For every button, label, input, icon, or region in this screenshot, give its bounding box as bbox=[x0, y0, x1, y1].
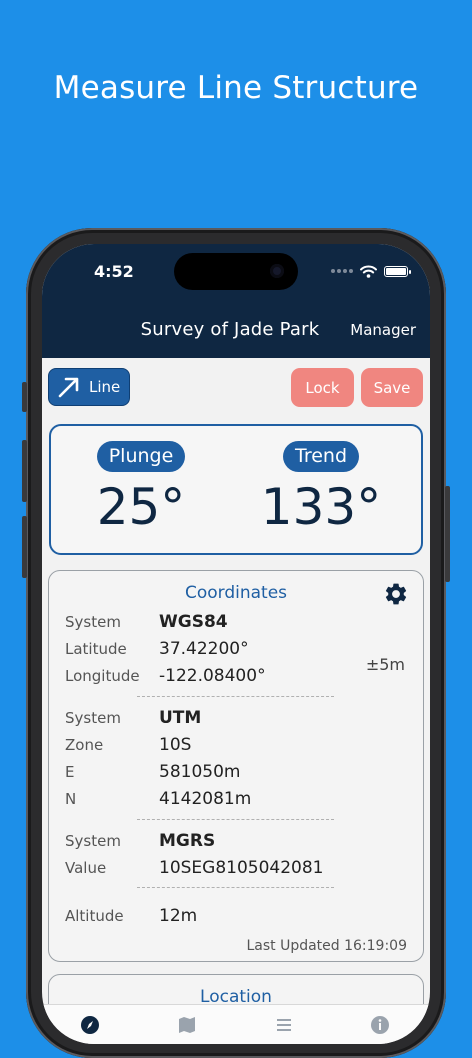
accuracy-value: ±5m bbox=[365, 655, 405, 674]
wgs-system-label: System bbox=[65, 613, 121, 631]
tab-bar bbox=[42, 1004, 430, 1044]
lock-button[interactable]: Lock bbox=[291, 368, 354, 407]
compass-icon[interactable] bbox=[80, 1015, 100, 1035]
longitude-value: -122.08400° bbox=[159, 666, 266, 686]
latitude-value: 37.42200° bbox=[159, 639, 249, 659]
mgrs-value-label: Value bbox=[65, 859, 107, 877]
measurement-card: Plunge 25° Trend 133° bbox=[49, 424, 423, 555]
zone-value: 10S bbox=[159, 735, 192, 755]
gear-icon[interactable] bbox=[383, 581, 409, 607]
utm-system-value: UTM bbox=[159, 708, 202, 728]
manager-button[interactable]: Manager bbox=[350, 321, 416, 339]
last-updated: Last Updated 16:19:09 bbox=[246, 938, 407, 954]
utm-system-label: System bbox=[65, 709, 121, 727]
status-time: 4:52 bbox=[94, 262, 134, 281]
coordinates-title: Coordinates bbox=[184, 583, 288, 603]
headline: Measure Line Structure bbox=[53, 70, 419, 106]
trend-label: Trend bbox=[283, 441, 359, 472]
line-button-label: Line bbox=[89, 378, 121, 396]
power-button bbox=[445, 486, 450, 582]
mgrs-system-label: System bbox=[65, 832, 121, 850]
easting-value: 581050m bbox=[159, 762, 241, 782]
divider bbox=[137, 887, 334, 888]
zone-label: Zone bbox=[65, 736, 104, 754]
save-button[interactable]: Save bbox=[361, 368, 423, 407]
arrow-up-right-icon bbox=[58, 377, 79, 398]
status-icons bbox=[331, 264, 411, 278]
coordinates-card: Coordinates System WGS84 Latitude 37.422… bbox=[48, 570, 424, 962]
action-button bbox=[22, 382, 27, 412]
volume-up-button bbox=[22, 440, 27, 502]
plunge-column: Plunge 25° bbox=[51, 441, 231, 534]
mgrs-value: 10SEG8105042081 bbox=[159, 858, 324, 878]
northing-label: N bbox=[65, 790, 77, 808]
nav-bar: 4:52 Survey of Jade Park Manager bbox=[42, 244, 430, 358]
latitude-label: Latitude bbox=[65, 640, 127, 658]
longitude-label: Longitude bbox=[65, 667, 140, 685]
divider bbox=[137, 696, 334, 697]
divider bbox=[137, 819, 334, 820]
line-button[interactable]: Line bbox=[48, 368, 130, 406]
mgrs-system-value: MGRS bbox=[159, 831, 216, 851]
trend-column: Trend 133° bbox=[231, 441, 411, 534]
battery-icon bbox=[384, 265, 411, 277]
plunge-label: Plunge bbox=[96, 441, 186, 472]
altitude-label: Altitude bbox=[65, 907, 124, 925]
altitude-value: 12m bbox=[159, 906, 198, 926]
list-icon[interactable] bbox=[274, 1015, 294, 1035]
wgs-system-value: WGS84 bbox=[159, 612, 228, 632]
dynamic-island bbox=[174, 253, 298, 290]
camera-icon bbox=[270, 264, 284, 278]
info-icon[interactable] bbox=[370, 1015, 390, 1035]
volume-down-button bbox=[22, 516, 27, 578]
plunge-value: 25° bbox=[96, 478, 186, 536]
northing-value: 4142081m bbox=[159, 789, 252, 809]
signal-icon bbox=[331, 269, 353, 273]
easting-label: E bbox=[65, 763, 75, 781]
wifi-icon bbox=[360, 265, 377, 278]
phone-screen: 4:52 Survey of Jade Park Manager Line Lo… bbox=[42, 244, 430, 1044]
nav-title-text: Survey of Jade Park bbox=[140, 319, 320, 340]
map-icon[interactable] bbox=[177, 1015, 197, 1035]
trend-value: 133° bbox=[260, 478, 382, 536]
